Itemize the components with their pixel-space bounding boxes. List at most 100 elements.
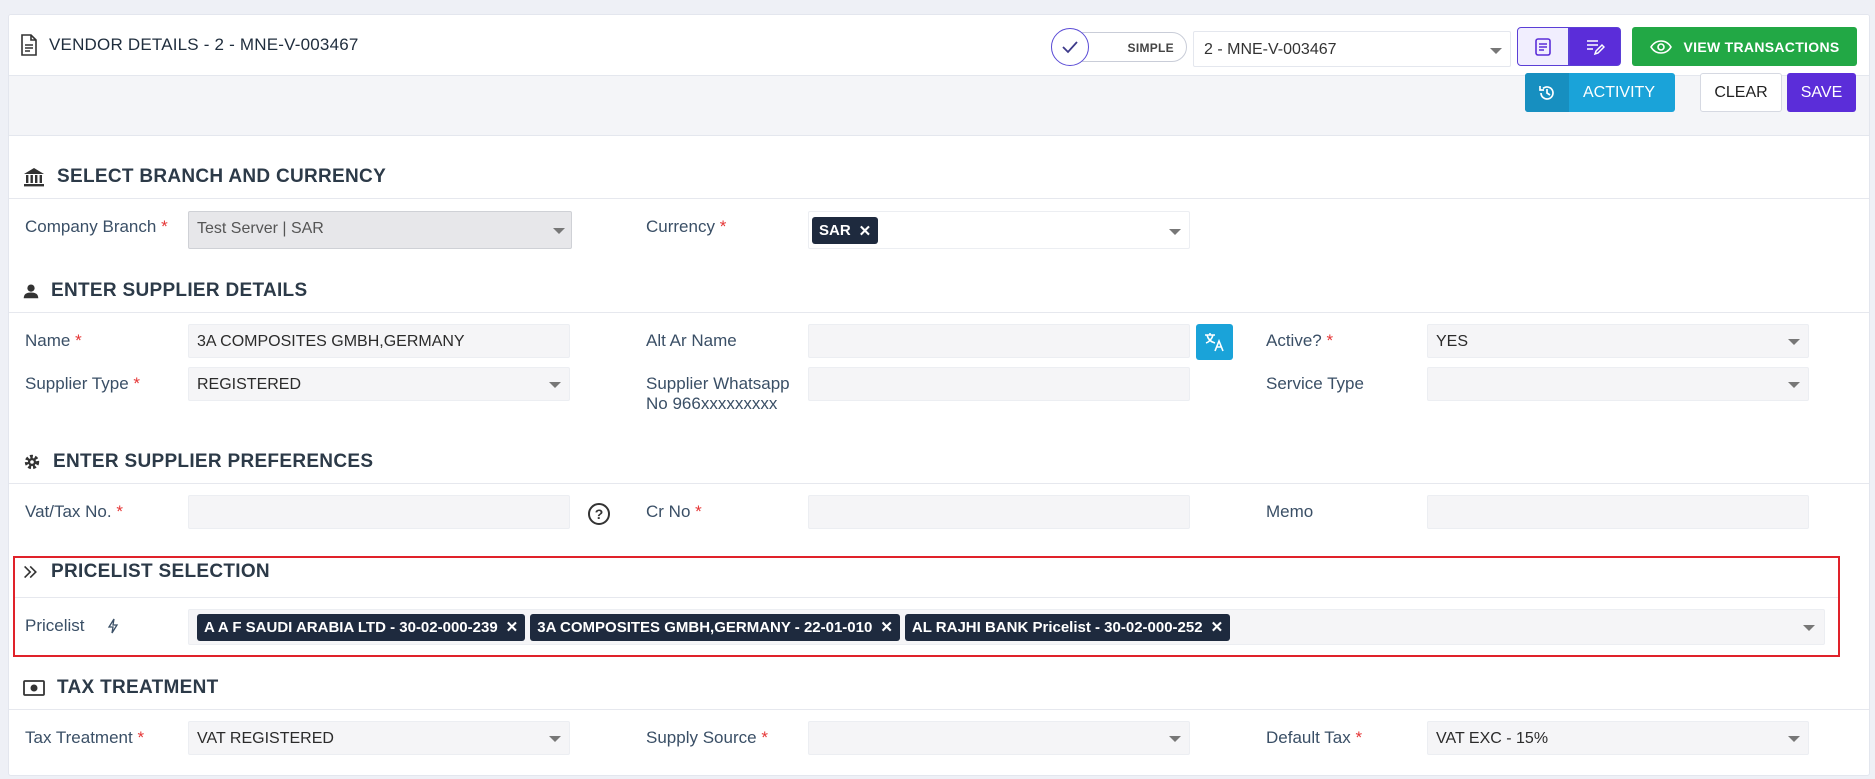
- user-icon: [23, 284, 39, 299]
- clear-button[interactable]: CLEAR: [1700, 73, 1782, 112]
- header-bar: VENDOR DETAILS - 2 - MNE-V-003467 SIMPLE…: [9, 15, 1869, 76]
- active-value: YES: [1436, 333, 1469, 350]
- pricelist-tag[interactable]: 3A COMPOSITES GMBH,GERMANY - 22-01-010 ✕: [530, 613, 900, 641]
- form-view-button[interactable]: [1517, 27, 1569, 66]
- chevron-down-icon: [553, 228, 565, 234]
- translate-button[interactable]: [1196, 324, 1233, 360]
- chevron-down-icon: [1169, 736, 1181, 742]
- section-branch-currency: SELECT BRANCH AND CURRENCY: [23, 166, 386, 188]
- supplier-whatsapp-label: Supplier Whatsapp No 966xxxxxxxxx: [646, 374, 790, 413]
- clipboard-icon: [1535, 37, 1551, 56]
- remove-tag-icon[interactable]: ✕: [506, 618, 519, 636]
- view-transactions-label: VIEW TRANSACTIONS: [1683, 38, 1840, 55]
- page-title-text: VENDOR DETAILS - 2 - MNE-V-003467: [49, 35, 359, 54]
- active-label: Active? *: [1266, 331, 1334, 350]
- tax-treatment-label: Tax Treatment *: [25, 728, 145, 747]
- default-tax-label: Default Tax *: [1266, 728, 1363, 747]
- company-branch-label: Company Branch *: [25, 217, 168, 236]
- supplier-whatsapp-input[interactable]: [808, 367, 1190, 401]
- section-supplier-details-title: ENTER SUPPLIER DETAILS: [51, 280, 308, 301]
- alt-ar-name-input[interactable]: [808, 324, 1190, 358]
- lightning-icon: [107, 618, 118, 634]
- supplier-type-select[interactable]: REGISTERED: [188, 367, 570, 401]
- simple-mode-toggle[interactable]: SIMPLE: [1051, 28, 1187, 66]
- chevron-down-icon: [1788, 382, 1800, 388]
- page-title: VENDOR DETAILS - 2 - MNE-V-003467: [19, 34, 359, 56]
- memo-input[interactable]: [1427, 495, 1809, 529]
- section-branch-currency-title: SELECT BRANCH AND CURRENCY: [57, 166, 387, 187]
- eye-icon: [1649, 39, 1672, 54]
- currency-tag[interactable]: SAR ✕: [812, 217, 879, 244]
- section-tax-treatment: TAX TREATMENT: [23, 677, 219, 699]
- history-icon: [1525, 73, 1569, 112]
- toggle-knob[interactable]: [1051, 28, 1089, 66]
- toggle-label: SIMPLE: [1127, 41, 1174, 55]
- service-type-label: Service Type: [1266, 374, 1364, 393]
- section-pricelist-title: PRICELIST SELECTION: [51, 561, 270, 582]
- currency-select[interactable]: SAR ✕: [808, 211, 1190, 249]
- remove-tag-icon[interactable]: ✕: [1211, 618, 1224, 636]
- company-branch-select[interactable]: Test Server | SAR: [188, 211, 572, 249]
- pricelist-label: Pricelist: [25, 616, 119, 636]
- chevron-down-icon: [1803, 625, 1815, 631]
- supply-source-select[interactable]: [808, 721, 1190, 755]
- divider: [9, 198, 1869, 199]
- remove-tag-icon[interactable]: ✕: [880, 618, 893, 636]
- gear-icon: [24, 454, 40, 470]
- chevron-down-icon: [549, 736, 561, 742]
- save-button[interactable]: SAVE: [1787, 73, 1856, 112]
- chevron-down-icon: [1788, 736, 1800, 742]
- supply-source-label: Supply Source *: [646, 728, 768, 747]
- check-icon: [1062, 41, 1078, 54]
- chevron-down-icon: [1490, 48, 1502, 54]
- divider: [15, 597, 1838, 598]
- activity-button[interactable]: ACTIVITY: [1525, 73, 1675, 112]
- money-icon: [23, 680, 45, 696]
- pricelist-multiselect[interactable]: A A F SAUDI ARABIA LTD - 30-02-000-239 ✕ …: [188, 609, 1825, 645]
- section-tax-treatment-title: TAX TREATMENT: [57, 677, 219, 698]
- chevron-down-icon: [1169, 229, 1181, 235]
- divider: [9, 709, 1869, 710]
- currency-label: Currency *: [646, 217, 727, 236]
- divider: [9, 312, 1869, 313]
- help-circle-icon[interactable]: ?: [588, 503, 610, 525]
- section-supplier-preferences-title: ENTER SUPPLIER PREFERENCES: [53, 451, 374, 472]
- tax-treatment-select[interactable]: VAT REGISTERED: [188, 721, 570, 755]
- section-pricelist: PRICELIST SELECTION: [23, 561, 270, 583]
- view-mode-buttons: [1517, 27, 1621, 66]
- double-chevron-icon: [24, 565, 37, 579]
- company-branch-value: Test Server | SAR: [197, 220, 324, 237]
- translate-icon: [1204, 333, 1224, 352]
- memo-label: Memo: [1266, 502, 1314, 521]
- edit-list-icon: [1587, 39, 1605, 55]
- cr-no-label: Cr No *: [646, 502, 702, 521]
- cr-no-input[interactable]: [808, 495, 1190, 529]
- document-icon: [21, 34, 37, 56]
- name-label: Name *: [25, 331, 82, 350]
- alt-ar-name-label: Alt Ar Name: [646, 331, 737, 350]
- default-tax-value: VAT EXC - 15%: [1436, 730, 1549, 747]
- edit-view-button[interactable]: [1569, 27, 1621, 66]
- remove-tag-icon[interactable]: ✕: [859, 222, 872, 240]
- chevron-down-icon: [1788, 339, 1800, 345]
- section-supplier-preferences: ENTER SUPPLIER PREFERENCES: [23, 451, 373, 473]
- divider: [9, 483, 1869, 484]
- activity-label: ACTIVITY: [1582, 83, 1655, 101]
- view-transactions-button[interactable]: VIEW TRANSACTIONS: [1632, 27, 1857, 66]
- active-select[interactable]: YES: [1427, 324, 1809, 358]
- supplier-type-label: Supplier Type *: [25, 374, 141, 393]
- supplier-type-value: REGISTERED: [197, 376, 302, 393]
- section-supplier-details: ENTER SUPPLIER DETAILS: [23, 280, 307, 302]
- tax-treatment-value: VAT REGISTERED: [197, 730, 334, 747]
- service-type-select[interactable]: [1427, 367, 1809, 401]
- record-select[interactable]: 2 - MNE-V-003467: [1193, 31, 1511, 67]
- vat-tax-no-input[interactable]: [188, 495, 570, 529]
- pricelist-tag[interactable]: AL RAJHI BANK Pricelist - 30-02-000-252 ✕: [904, 613, 1231, 641]
- default-tax-select[interactable]: VAT EXC - 15%: [1427, 721, 1809, 755]
- pricelist-tag[interactable]: A A F SAUDI ARABIA LTD - 30-02-000-239 ✕: [197, 613, 526, 641]
- bank-icon: [24, 168, 44, 187]
- name-input[interactable]: 3A COMPOSITES GMBH,GERMANY: [188, 324, 570, 358]
- record-select-value: 2 - MNE-V-003467: [1204, 41, 1337, 58]
- vendor-details-card: VENDOR DETAILS - 2 - MNE-V-003467 SIMPLE…: [8, 14, 1870, 776]
- vat-tax-no-label: Vat/Tax No. *: [25, 502, 123, 521]
